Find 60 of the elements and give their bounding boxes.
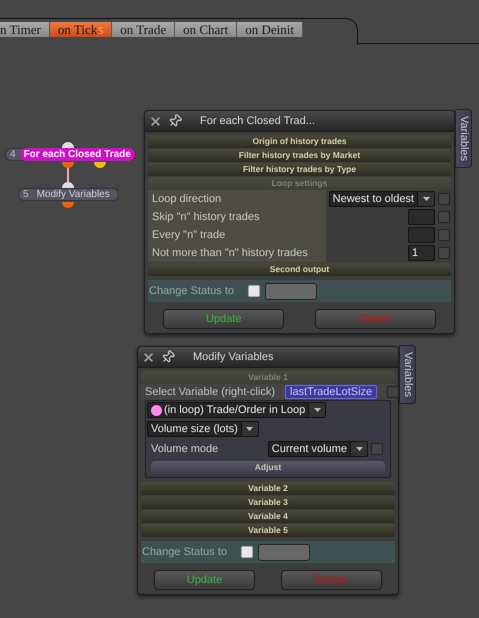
- section-header[interactable]: Filter history trades by Type: [148, 163, 451, 176]
- port-icon[interactable]: [62, 202, 74, 208]
- section-header[interactable]: Variable 2: [141, 482, 395, 495]
- number-field[interactable]: [408, 209, 435, 225]
- number-field[interactable]: 1: [408, 245, 435, 261]
- window-title: Modify Variables: [193, 352, 274, 362]
- checkbox[interactable]: [241, 546, 254, 558]
- section-header[interactable]: Origin of history trades: [148, 135, 451, 148]
- checkbox[interactable]: [438, 193, 450, 205]
- close-icon[interactable]: [142, 350, 155, 364]
- field-label: Skip "n" history trades: [152, 212, 260, 222]
- close-icon[interactable]: [149, 114, 162, 128]
- variable-name[interactable]: lastTradeLotSize: [285, 385, 378, 399]
- status-field[interactable]: [258, 544, 310, 560]
- section-header[interactable]: Variable 4: [141, 510, 395, 523]
- section-header[interactable]: Second output: [148, 263, 451, 276]
- checkbox[interactable]: [438, 229, 450, 241]
- checkbox[interactable]: [371, 443, 383, 455]
- property-dropdown[interactable]: Volume size (lots): [147, 421, 259, 437]
- checkbox[interactable]: [248, 285, 260, 297]
- port-icon[interactable]: [94, 162, 106, 168]
- checkbox[interactable]: [387, 386, 400, 398]
- update-button[interactable]: Update: [154, 570, 256, 590]
- source-dropdown[interactable]: (in loop) Trade/Order in Loop: [147, 402, 326, 418]
- status-label: Change Status to: [142, 546, 228, 558]
- mode-dropdown[interactable]: Current volume: [268, 441, 368, 457]
- number-field[interactable]: [408, 227, 435, 243]
- port-icon[interactable]: [62, 162, 74, 168]
- section-header[interactable]: Adjust: [151, 461, 385, 474]
- link-line: [67, 168, 69, 182]
- field-label: Every "n" trade: [152, 230, 226, 240]
- variables-tab[interactable]: Variables: [455, 109, 472, 168]
- port-icon[interactable]: [62, 182, 74, 188]
- select-variable-label: Select Variable (right-click): [145, 386, 276, 398]
- tab[interactable]: on Tick5: [50, 22, 112, 37]
- caret-icon: [246, 427, 254, 431]
- caret-icon: [314, 408, 321, 412]
- variables-tab[interactable]: Variables: [399, 345, 416, 404]
- tab[interactable]: n Timer: [0, 22, 50, 37]
- section-header[interactable]: Filter history trades by Market: [148, 149, 451, 162]
- tab[interactable]: on Trade: [112, 22, 176, 37]
- field-label: Volume mode: [151, 444, 218, 454]
- window-title: For each Closed Trad...: [200, 116, 315, 126]
- caret-icon: [422, 197, 430, 201]
- flow-node[interactable]: 5 Modify Variables: [18, 188, 119, 201]
- checkbox[interactable]: [438, 247, 450, 259]
- status-label: Change Status to: [149, 286, 234, 296]
- checkbox[interactable]: [438, 211, 450, 223]
- flow-node[interactable]: 4 For each Closed Trade: [5, 148, 136, 161]
- field-label: Loop direction: [152, 194, 222, 204]
- tab[interactable]: on Deinit: [237, 22, 303, 37]
- field-label: Not more than "n" history trades: [152, 248, 308, 258]
- section-header[interactable]: Variable 5: [141, 524, 395, 537]
- caret-icon: [356, 447, 362, 451]
- direction-dropdown[interactable]: Newest to oldest: [328, 191, 435, 207]
- port-icon[interactable]: [62, 142, 74, 148]
- tab[interactable]: on Chart: [175, 22, 238, 37]
- status-field[interactable]: [265, 282, 318, 300]
- update-button[interactable]: Update: [163, 309, 284, 329]
- section-header[interactable]: Variable 3: [141, 496, 395, 509]
